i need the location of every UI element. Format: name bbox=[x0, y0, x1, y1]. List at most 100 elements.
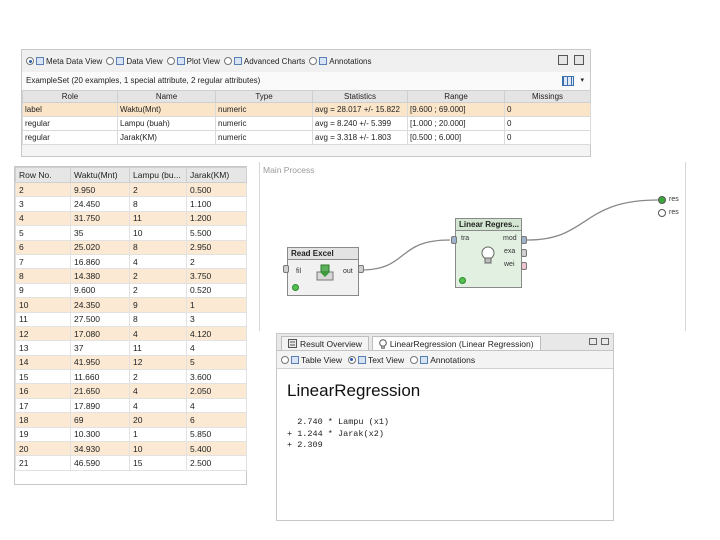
table-cell: 0 bbox=[504, 116, 591, 131]
table-row[interactable]: 5 35 10 5.500 bbox=[15, 225, 247, 241]
tab-annotations[interactable]: Annotations bbox=[309, 57, 372, 66]
table-row[interactable]: 2 9.950 2 0.500 bbox=[15, 181, 247, 198]
output-port-out[interactable] bbox=[358, 265, 364, 273]
result-text-body: LinearRegression 2.740 * Lampu (x1) + 1.… bbox=[277, 369, 613, 464]
table-cell: 14 bbox=[15, 354, 71, 371]
table-row[interactable]: 7 16.860 4 2 bbox=[15, 253, 247, 270]
column-header[interactable]: Lampu (bu... bbox=[129, 167, 187, 183]
column-header[interactable]: Name bbox=[117, 90, 216, 103]
input-port-tra[interactable] bbox=[451, 236, 457, 244]
table-cell: 2 bbox=[186, 253, 247, 270]
column-header[interactable]: Missings bbox=[504, 90, 591, 103]
radio-selected-icon[interactable] bbox=[26, 57, 34, 65]
output-port-exa[interactable] bbox=[521, 249, 527, 257]
column-layout-icon[interactable] bbox=[562, 76, 575, 86]
table-cell: 4 bbox=[186, 340, 247, 356]
table-cell: 11 bbox=[15, 311, 71, 327]
radio-icon[interactable] bbox=[281, 355, 289, 364]
data-table: Row No. Waktu(Mnt) Lampu (bu... Jarak(KM… bbox=[15, 167, 247, 471]
column-header[interactable]: Waktu(Mnt) bbox=[70, 167, 130, 183]
table-cell: numeric bbox=[215, 116, 313, 131]
table-row[interactable]: 15 11.660 2 3.600 bbox=[15, 369, 247, 385]
tab-plot-view[interactable]: Plot View bbox=[166, 57, 220, 66]
table-row[interactable]: 4 31.750 11 1.200 bbox=[15, 210, 247, 227]
result-port-2[interactable] bbox=[658, 209, 666, 217]
radio-selected-icon[interactable] bbox=[347, 355, 356, 364]
radio-icon[interactable] bbox=[309, 57, 318, 65]
table-row[interactable]: 20 34.930 10 5.400 bbox=[15, 441, 247, 457]
tab-linear-regression[interactable]: LinearRegression (Linear Regression) bbox=[371, 336, 541, 350]
table-row[interactable]: 18 69 20 6 bbox=[15, 412, 247, 428]
table-cell: 0.520 bbox=[186, 282, 247, 299]
column-header[interactable]: Jarak(KM) bbox=[186, 167, 247, 183]
port-label: wei bbox=[504, 261, 515, 268]
view-table-view[interactable]: Table View bbox=[281, 355, 342, 365]
table-cell: 5 bbox=[186, 354, 247, 371]
radio-icon[interactable] bbox=[106, 57, 115, 65]
table-row[interactable]: 13 37 11 4 bbox=[15, 340, 247, 356]
column-header[interactable]: Range bbox=[407, 90, 505, 103]
table-row[interactable]: 14 41.950 12 5 bbox=[15, 354, 247, 371]
radio-icon[interactable] bbox=[223, 57, 232, 65]
view-text-view[interactable]: Text View bbox=[347, 355, 404, 365]
table-row[interactable]: 21 46.590 15 2.500 bbox=[15, 455, 247, 471]
table-row[interactable]: 19 10.300 1 5.850 bbox=[15, 426, 247, 443]
column-header[interactable]: Role bbox=[22, 90, 118, 103]
tab-advanced-charts[interactable]: Advanced Charts bbox=[223, 57, 305, 66]
tab-meta-data-view[interactable]: Meta Data View bbox=[26, 57, 102, 66]
port-label: out bbox=[343, 268, 353, 275]
read-excel-operator[interactable]: Read Excel fil out bbox=[287, 247, 359, 296]
table-cell: 2 bbox=[129, 282, 187, 299]
tab-data-view[interactable]: Data View bbox=[106, 57, 163, 66]
table-row[interactable]: 8 14.380 2 3.750 bbox=[15, 268, 247, 284]
tab-result-overview[interactable]: Result Overview bbox=[281, 336, 369, 350]
table-row[interactable]: regular Jarak(KM) numeric avg = 3.318 +/… bbox=[22, 130, 591, 145]
table-cell: 31.750 bbox=[70, 210, 130, 227]
table-cell: 35 bbox=[70, 225, 130, 241]
copy-icon[interactable] bbox=[558, 55, 568, 65]
restore-icon[interactable] bbox=[589, 338, 597, 345]
table-row[interactable]: regular Lampu (buah) numeric avg = 8.240… bbox=[22, 116, 591, 131]
output-port-wei[interactable] bbox=[521, 262, 527, 270]
radio-icon[interactable] bbox=[166, 57, 175, 65]
column-header[interactable]: Type bbox=[215, 90, 313, 103]
table-row[interactable]: label Waktu(Mnt) numeric avg = 28.017 +/… bbox=[22, 102, 591, 117]
table-cell: numeric bbox=[215, 130, 313, 145]
meta-data-icon bbox=[36, 57, 44, 65]
lightbulb-icon bbox=[379, 338, 387, 349]
port-label: fil bbox=[296, 268, 302, 275]
table-cell: 5 bbox=[15, 225, 71, 241]
table-cell: numeric bbox=[215, 102, 313, 117]
chevron-down-icon[interactable]: ▾ bbox=[580, 76, 584, 86]
table-cell: 12 bbox=[129, 354, 187, 371]
table-cell: 2.950 bbox=[186, 239, 247, 255]
result-view-toolbar: Table View Text View Annotations bbox=[277, 351, 613, 369]
connection-read-to-linreg bbox=[359, 239, 451, 271]
table-row[interactable]: 6 25.020 8 2.950 bbox=[15, 239, 247, 255]
equation-line: 2.740 * Lampu (x1) bbox=[287, 417, 390, 427]
table-row[interactable]: 17 17.890 4 4 bbox=[15, 397, 247, 414]
view-annotations[interactable]: Annotations bbox=[410, 355, 475, 365]
text-view-icon bbox=[357, 355, 366, 364]
input-port-fil[interactable] bbox=[283, 265, 289, 273]
table-row[interactable]: 12 17.080 4 4.120 bbox=[15, 325, 247, 342]
column-header[interactable]: Row No. bbox=[15, 167, 71, 183]
table-row[interactable]: 16 21.650 4 2.050 bbox=[15, 383, 247, 399]
column-header[interactable]: Statistics bbox=[312, 90, 408, 103]
radio-icon[interactable] bbox=[410, 355, 419, 364]
maximize-icon[interactable] bbox=[601, 338, 609, 345]
output-port-mod[interactable] bbox=[521, 236, 527, 244]
table-cell: 17.890 bbox=[70, 397, 130, 414]
result-port-1[interactable] bbox=[658, 196, 666, 204]
table-row[interactable]: 3 24.450 8 1.100 bbox=[15, 196, 247, 212]
table-row[interactable]: 9 9.600 2 0.520 bbox=[15, 282, 247, 299]
linear-regression-operator[interactable]: Linear Regres... tra mod exa wei bbox=[455, 218, 522, 288]
table-cell: 41.950 bbox=[70, 354, 130, 371]
meta-data-panel: Meta Data View Data View Plot View Advan… bbox=[21, 49, 591, 157]
table-row[interactable]: 10 24.350 9 1 bbox=[15, 297, 247, 313]
table-cell: 6 bbox=[186, 412, 247, 428]
table-row[interactable]: 11 27.500 8 3 bbox=[15, 311, 247, 327]
table-cell: 0 bbox=[504, 130, 591, 145]
table-cell: 4 bbox=[15, 210, 71, 227]
pin-icon[interactable] bbox=[574, 55, 584, 65]
